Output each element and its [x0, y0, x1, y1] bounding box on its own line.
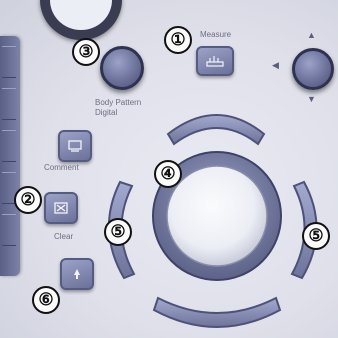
top-arc-key[interactable]	[166, 114, 266, 146]
callout-3: ③	[72, 38, 100, 66]
bottom-arc-key[interactable]	[152, 296, 282, 328]
callout-5-right: ⑤	[302, 222, 330, 250]
callout-1: ①	[164, 26, 192, 54]
callout-6: ⑥	[32, 286, 60, 314]
trackball[interactable]	[166, 165, 268, 267]
control-panel: Measure Body Pattern Digital ▲ ▼ ◀ Comme…	[0, 0, 338, 338]
callout-4: ④	[154, 160, 182, 188]
callout-5-left: ⑤	[104, 218, 132, 246]
callout-2: ②	[14, 186, 42, 214]
